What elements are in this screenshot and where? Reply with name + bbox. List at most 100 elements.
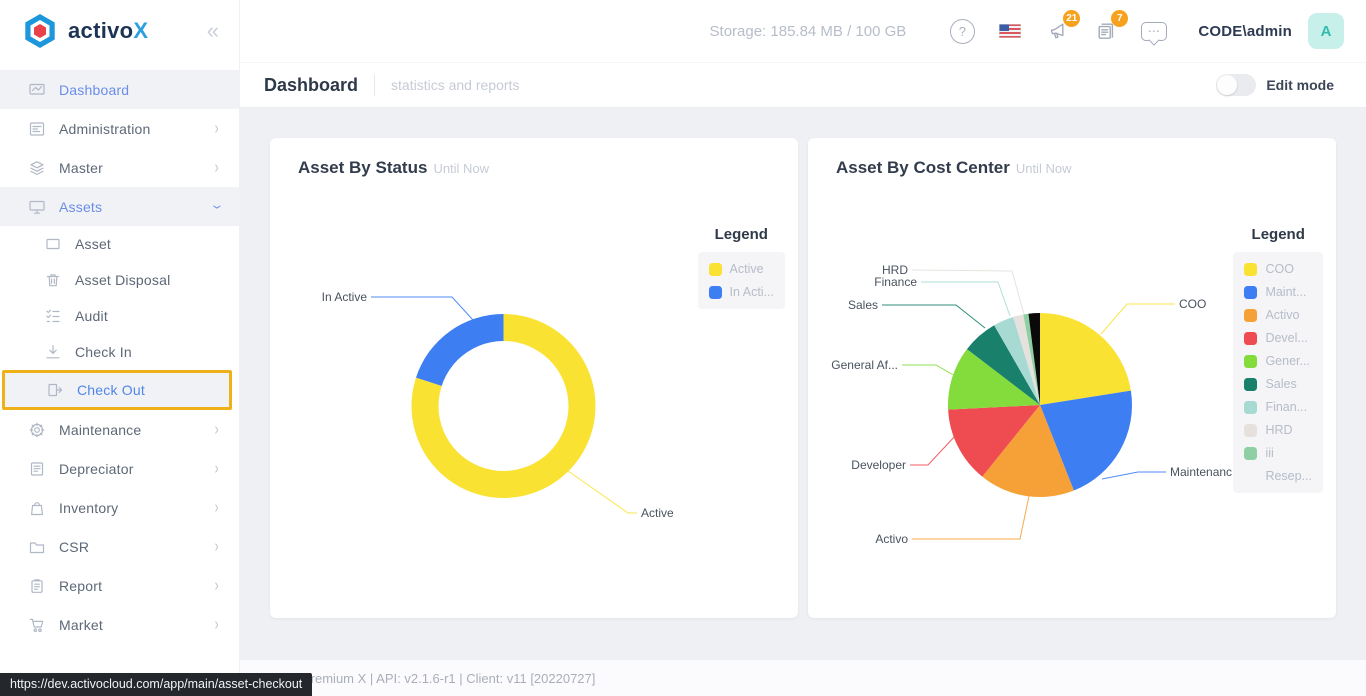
sidebar-item-market[interactable]: Market › <box>0 605 239 644</box>
callout-line-finance <box>921 281 1011 317</box>
sidebar-item-dashboard[interactable]: Dashboard <box>0 70 239 109</box>
announcements-badge: 21 <box>1063 10 1081 27</box>
check-out-icon <box>46 381 66 399</box>
legend-label: Finan... <box>1265 400 1308 414</box>
breadcrumb-divider <box>374 74 376 96</box>
legend-item-active[interactable]: Active <box>708 262 764 276</box>
callout-label-hrd: HRD <box>882 263 908 277</box>
sidebar-item-report[interactable]: Report › <box>0 566 239 605</box>
sidebar-item-label: Asset Disposal <box>75 272 171 288</box>
legend-label: HRD <box>1265 423 1293 437</box>
legend-swatch <box>1244 400 1258 414</box>
sidebar-item-label: Maintenance <box>59 421 142 438</box>
statusbar-url: https://dev.activocloud.com/app/main/ass… <box>0 673 313 696</box>
chevron-right-icon: › <box>214 497 219 517</box>
legend-item-finan[interactable]: Finan... <box>1244 400 1307 414</box>
legend-swatch <box>1244 285 1258 299</box>
pie-slice-coo[interactable] <box>1040 313 1131 405</box>
sidebar-item-assets[interactable]: Assets › <box>0 187 239 226</box>
legend-label: Sales <box>1265 377 1297 391</box>
dashboard-icon <box>28 81 48 99</box>
edit-mode-toggle[interactable] <box>1216 74 1257 96</box>
callout-label-general-af: General Af... <box>831 358 898 372</box>
version-text: Premium X | API: v2.1.6-r1 | Client: v11… <box>302 670 596 686</box>
sidebar-item-label: Check In <box>75 344 132 360</box>
sidebar-item-check-in[interactable]: Check In <box>0 334 239 370</box>
legend-item-resep[interactable]: Resep... <box>1244 469 1312 483</box>
chevron-right-icon: › <box>214 157 219 177</box>
callout-label-maintenanc: Maintenanc... <box>1170 465 1242 479</box>
sidebar-item-label: Report <box>59 577 103 594</box>
legend-item-in-acti[interactable]: In Acti... <box>708 285 774 299</box>
asset-by-cost-center-card: Asset By Cost Center Until Now COO Mainten… <box>808 138 1336 618</box>
sidebar-item-csr[interactable]: CSR › <box>0 527 239 566</box>
legend-swatch <box>708 285 722 299</box>
chevron-right-icon: › <box>214 536 219 556</box>
callout-line-coo <box>1100 303 1175 335</box>
callout-label-activo: Activo <box>875 532 908 546</box>
sidebar-item-administration[interactable]: Administration › <box>0 109 239 148</box>
legend-item-gener[interactable]: Gener... <box>1244 354 1310 368</box>
legend-item-sales[interactable]: Sales <box>1244 377 1297 391</box>
edit-mode-label: Edit mode <box>1266 77 1334 93</box>
sidebar-item-check-out[interactable]: Check Out <box>2 370 232 410</box>
card-title: Asset By Status <box>298 158 428 177</box>
master-icon <box>28 159 48 177</box>
legend-label: In Acti... <box>729 285 774 299</box>
announcements-icon[interactable]: 21 <box>1045 10 1081 44</box>
avatar[interactable]: A <box>1308 13 1344 49</box>
legend-box: COO Maint... Activo Devel... Gener... Sales Fi… <box>1233 252 1323 493</box>
card-head: Asset By Cost Center Until Now <box>836 158 1071 178</box>
sidebar-item-label: Check Out <box>77 382 145 398</box>
legend-swatch <box>1244 308 1258 322</box>
chevron-right-icon: › <box>214 118 219 138</box>
legend-item-activo[interactable]: Activo <box>1244 308 1299 322</box>
help-icon[interactable]: ? <box>949 18 975 44</box>
sidebar-collapse-button[interactable]: « <box>207 20 219 42</box>
language-flag-icon[interactable] <box>997 18 1023 44</box>
dashboard-content: Asset By Status Until Now Active In Active… <box>240 108 1366 660</box>
news-icon[interactable]: 7 <box>1093 10 1129 44</box>
username: CODE\admin <box>1198 22 1292 40</box>
sidebar-item-inventory[interactable]: Inventory › <box>0 488 239 527</box>
sidebar-item-maintenance[interactable]: Maintenance › <box>0 410 239 449</box>
legend-swatch <box>708 262 722 276</box>
legend-swatch <box>1244 262 1258 276</box>
sidebar-item-depreciator[interactable]: Depreciator › <box>0 449 239 488</box>
sidebar-item-label: Market <box>59 616 103 633</box>
legend-swatch <box>1244 354 1258 368</box>
legend-title: Legend <box>714 226 768 243</box>
toggle-knob <box>1217 75 1238 95</box>
breadcrumb: Dashboard statistics and reports Edit mo… <box>240 62 1366 108</box>
sidebar-item-master[interactable]: Master › <box>0 148 239 187</box>
legend-item-iii[interactable]: iii <box>1244 446 1274 460</box>
legend-item-coo[interactable]: COO <box>1244 262 1294 276</box>
logo-row: activoX « <box>0 0 239 62</box>
sidebar-item-label: Audit <box>75 308 108 324</box>
audit-icon <box>44 307 64 325</box>
sidebar-item-label: Asset <box>75 236 112 252</box>
legend-label: Active <box>729 262 764 276</box>
chevron-right-icon: › <box>214 614 219 634</box>
sidebar-item-audit[interactable]: Audit <box>0 298 239 334</box>
card-subtitle: Until Now <box>1015 161 1072 176</box>
legend-item-maint[interactable]: Maint... <box>1244 285 1306 299</box>
feedback-icon[interactable]: ⋯ <box>1141 18 1168 44</box>
asset-disposal-icon <box>44 271 64 289</box>
asset-by-status-chart: Active In Active <box>322 290 674 520</box>
chevron-right-icon: › <box>214 575 219 595</box>
callout-line-activo <box>912 495 1030 540</box>
depreciator-icon <box>28 460 48 478</box>
sidebar-item-label: Assets <box>59 198 103 215</box>
legend-item-devel[interactable]: Devel... <box>1244 331 1308 345</box>
edit-mode-control: Edit mode <box>1216 74 1342 96</box>
card-title: Asset By Cost Center <box>836 158 1010 177</box>
legend-label: Devel... <box>1265 331 1308 345</box>
legend-item-hrd[interactable]: HRD <box>1244 423 1293 437</box>
sidebar-item-asset-disposal[interactable]: Asset Disposal <box>0 262 239 298</box>
inventory-icon <box>28 499 48 517</box>
legend: Legend Active In Acti... <box>697 226 785 309</box>
chevron-right-icon: › <box>214 419 219 439</box>
sidebar-item-asset[interactable]: Asset <box>0 226 239 262</box>
sidebar-item-label: Administration <box>59 120 151 137</box>
